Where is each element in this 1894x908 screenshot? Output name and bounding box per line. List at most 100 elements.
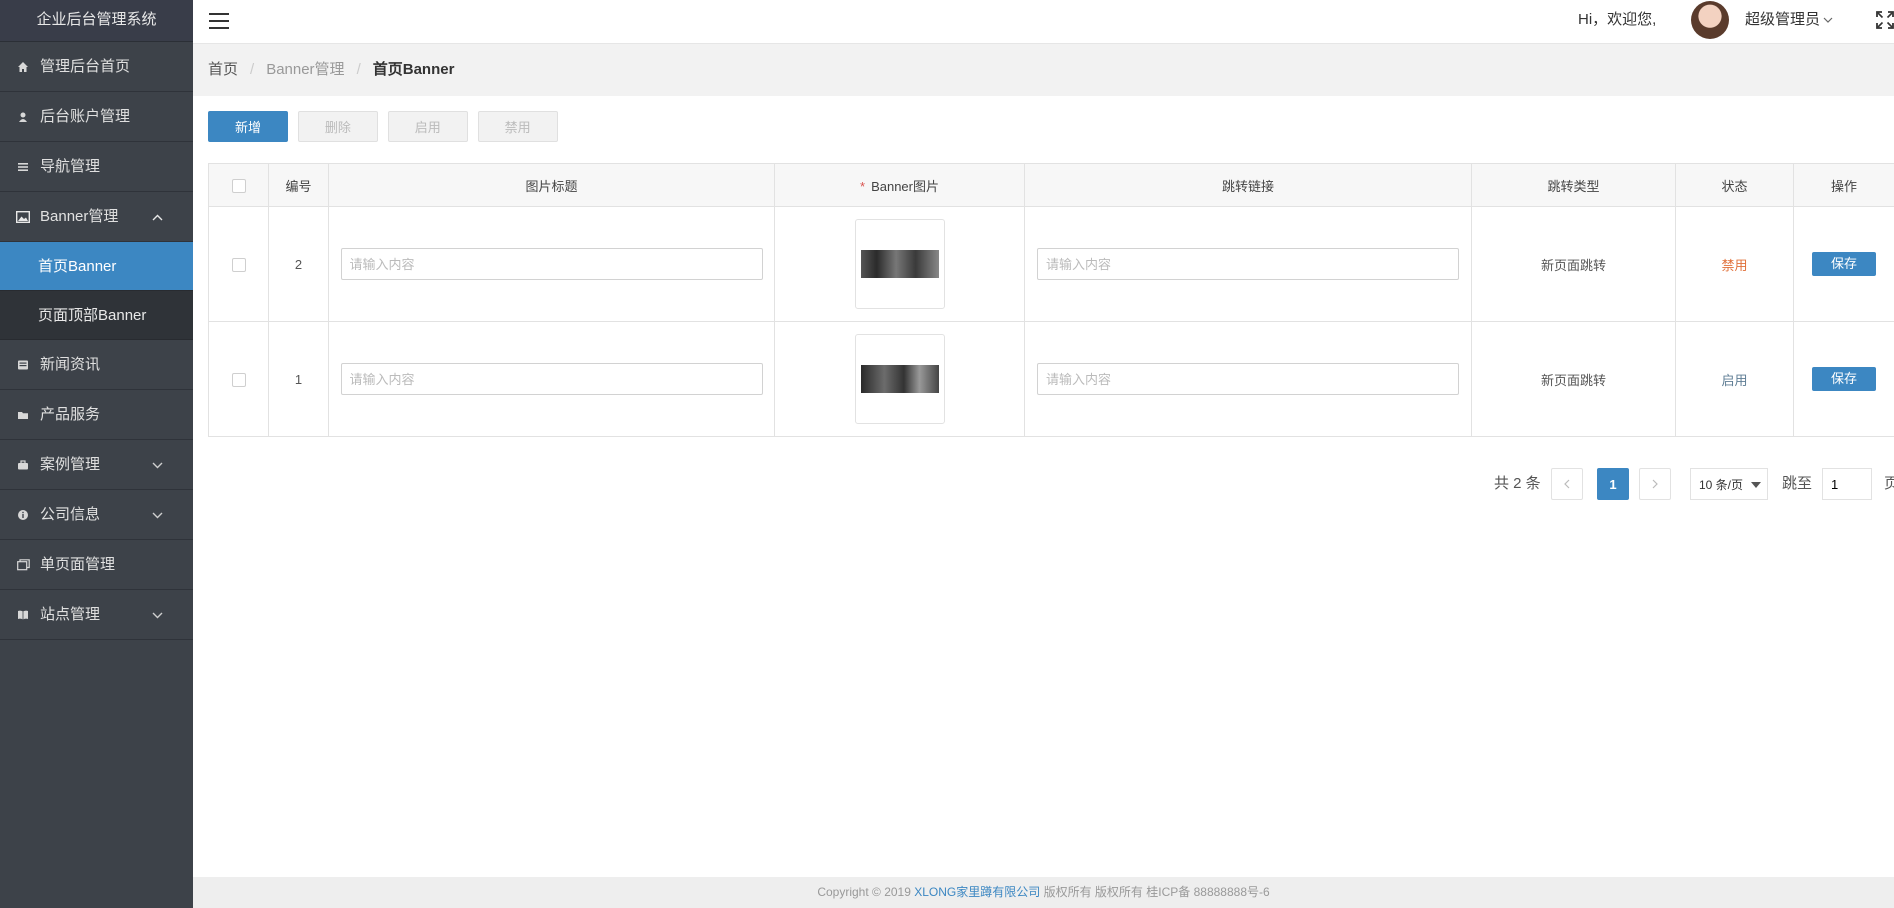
next-page-button[interactable] <box>1639 468 1671 500</box>
banner-thumbnail <box>860 250 939 278</box>
row-title-cell <box>328 321 775 437</box>
column-header-title: 图片标题 <box>328 163 775 207</box>
sidebar-item-label: 案例管理 <box>40 455 101 473</box>
row-id: 2 <box>268 206 329 322</box>
column-header-action: 操作 <box>1793 163 1894 207</box>
page-icon <box>16 558 30 572</box>
top-header: Hi，欢迎您, 超级管理员 <box>193 0 1894 44</box>
column-header-link: 跳转链接 <box>1024 163 1472 207</box>
sidebar-item-label: 公司信息 <box>40 505 101 523</box>
required-mark: * <box>860 178 866 194</box>
page-size-value: 10 条/页 <box>1699 478 1744 492</box>
breadcrumb-parent[interactable]: Banner管理 <box>266 61 344 78</box>
sidebar-item-news[interactable]: 新闻资讯 <box>0 340 193 390</box>
table-row: 2 新页面跳转 禁用 保存 <box>208 206 1894 322</box>
sidebar-item-label: 后台账户管理 <box>40 107 131 125</box>
table-row: 1 新页面跳转 启用 保存 <box>208 321 1894 437</box>
sidebar-item-single-page[interactable]: 单页面管理 <box>0 540 193 590</box>
page-size-select[interactable]: 10 条/页 <box>1690 468 1768 500</box>
banner-table: 编号 图片标题 * Banner图片 跳转链接 跳转类型 状态 操作 2 新页面跳… <box>208 163 1894 437</box>
sidebar-item-label: 导航管理 <box>40 157 101 175</box>
avatar[interactable] <box>1691 1 1729 39</box>
user-icon <box>16 110 30 124</box>
admin-name[interactable]: 超级管理员 <box>1745 0 1820 40</box>
disable-button[interactable]: 禁用 <box>477 111 558 142</box>
row-select-cell <box>208 206 269 322</box>
list-icon <box>16 160 30 174</box>
sidebar-item-company-info[interactable]: 公司信息 <box>0 490 193 540</box>
row-select-cell <box>208 321 269 437</box>
sidebar-item-accounts[interactable]: 后台账户管理 <box>0 92 193 142</box>
column-header-image: * Banner图片 <box>774 163 1025 207</box>
link-input[interactable] <box>1037 248 1459 280</box>
select-all-checkbox[interactable] <box>231 178 246 193</box>
title-input[interactable] <box>340 363 763 395</box>
row-image-cell <box>774 206 1025 322</box>
briefcase-icon <box>16 458 30 472</box>
sidebar-item-cases[interactable]: 案例管理 <box>0 440 193 490</box>
breadcrumb: 首页 / Banner管理 / 首页Banner <box>193 44 1894 96</box>
chevron-left-icon <box>1564 479 1570 489</box>
row-title-cell <box>328 206 775 322</box>
sidebar-item-banner[interactable]: Banner管理 <box>0 192 193 242</box>
sidebar-item-label: 单页面管理 <box>40 555 116 573</box>
pagination-total: 共 2 条 <box>1494 475 1541 492</box>
sidebar-item-top-banner[interactable]: 页面顶部Banner <box>0 291 193 340</box>
row-checkbox[interactable] <box>231 257 246 272</box>
home-icon <box>16 60 30 74</box>
chevron-down-icon <box>152 590 163 640</box>
chevron-up-icon <box>152 192 163 242</box>
save-button[interactable]: 保存 <box>1812 367 1876 391</box>
menu-toggle-icon[interactable] <box>209 13 229 29</box>
title-input[interactable] <box>340 248 763 280</box>
row-status: 启用 <box>1675 321 1794 437</box>
breadcrumb-separator: / <box>250 61 255 78</box>
banner-thumbnail <box>860 365 939 393</box>
save-button[interactable]: 保存 <box>1812 252 1876 276</box>
sidebar-item-products[interactable]: 产品服务 <box>0 390 193 440</box>
enable-button[interactable]: 启用 <box>387 111 468 142</box>
sidebar-item-dashboard[interactable]: 管理后台首页 <box>0 42 193 92</box>
row-action-cell: 保存 <box>1793 321 1894 437</box>
breadcrumb-home[interactable]: 首页 <box>208 61 238 78</box>
fullscreen-icon[interactable] <box>1876 11 1894 29</box>
row-action-cell: 保存 <box>1793 206 1894 322</box>
sidebar-item-navigation[interactable]: 导航管理 <box>0 142 193 192</box>
prev-page-button[interactable] <box>1551 468 1583 500</box>
book-icon <box>16 608 30 622</box>
banner-image-upload[interactable] <box>854 219 945 309</box>
breadcrumb-current: 首页Banner <box>372 61 455 78</box>
footer: Copyright © 2019 XLONG家里蹲有限公司 版权所有 版权所有 … <box>193 877 1894 908</box>
sidebar-item-home-banner[interactable]: 首页Banner <box>0 242 193 291</box>
chevron-down-icon <box>152 440 163 490</box>
add-button[interactable]: 新增 <box>208 111 288 142</box>
info-icon <box>16 508 30 522</box>
banner-submenu: 首页Banner 页面顶部Banner <box>0 242 193 340</box>
sidebar-item-label: 站点管理 <box>40 605 101 623</box>
footer-rights: 版权所有 版权所有 桂ICP备 88888888号-6 <box>1043 885 1270 899</box>
banner-image-upload[interactable] <box>854 334 945 424</box>
row-image-cell <box>774 321 1025 437</box>
company-link[interactable]: XLONG家里蹲有限公司 <box>914 885 1040 899</box>
jump-page-input[interactable] <box>1822 468 1872 500</box>
jump-label: 跳至 <box>1782 475 1813 492</box>
copyright-text: Copyright © 2019 <box>817 885 911 899</box>
chevron-down-icon[interactable] <box>1823 0 1833 40</box>
delete-button[interactable]: 删除 <box>297 111 378 142</box>
welcome-text: Hi，欢迎您, <box>1578 11 1657 28</box>
image-icon <box>16 210 30 224</box>
chevron-down-icon <box>152 490 163 540</box>
column-header-image-label: Banner图片 <box>871 178 939 194</box>
sidebar-menu: 管理后台首页 后台账户管理 导航管理 Banner管理 首页Banner 页面顶… <box>0 42 193 640</box>
sidebar-item-label: Banner管理 <box>40 207 119 225</box>
table-header-row: 编号 图片标题 * Banner图片 跳转链接 跳转类型 状态 操作 <box>208 163 1894 207</box>
row-checkbox[interactable] <box>231 372 246 387</box>
page-number-current[interactable]: 1 <box>1597 468 1629 500</box>
link-input[interactable] <box>1037 363 1459 395</box>
column-header-id: 编号 <box>268 163 329 207</box>
sidebar-item-label: 管理后台首页 <box>40 57 131 75</box>
folder-icon <box>16 408 30 422</box>
sidebar-item-site[interactable]: 站点管理 <box>0 590 193 640</box>
select-all-cell <box>208 163 269 207</box>
page-suffix: 页 <box>1884 475 1894 492</box>
